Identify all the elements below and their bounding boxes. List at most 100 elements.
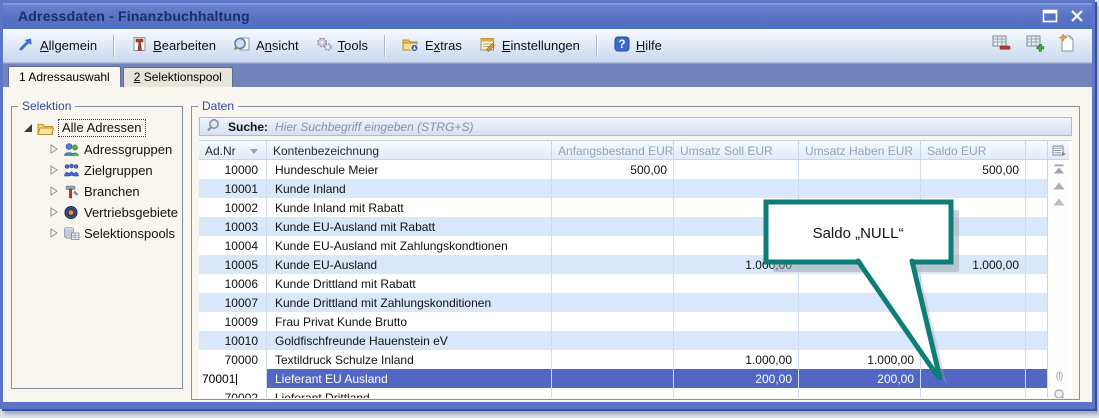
menu-extras[interactable]: Extras <box>401 35 462 56</box>
cell-saldo[interactable]: 1.000,00 <box>921 255 1026 274</box>
tree-item-adressgruppen[interactable]: Adressgruppen <box>12 141 182 157</box>
cell-adnr[interactable]: 70001 <box>199 369 267 388</box>
column-header-saldo[interactable]: Saldo EUR <box>921 141 1026 160</box>
table-row[interactable]: 10010 Goldfischfreunde Hauenstein eV <box>199 331 1047 350</box>
cell-saldo[interactable] <box>921 198 1026 217</box>
cell-anfangsbestand[interactable] <box>552 388 674 398</box>
collapsed-triangle-icon[interactable] <box>48 144 60 154</box>
cell-adnr[interactable]: 10005 <box>199 255 267 274</box>
tab-adressauswahl[interactable]: 1 Adressauswahl <box>8 66 121 87</box>
cell-anfangsbestand[interactable] <box>552 236 674 255</box>
table-row[interactable]: 10004 Kunde EU-Ausland mit Zahlungskondt… <box>199 236 1047 255</box>
cell-umsatz-haben[interactable] <box>799 331 921 350</box>
cell-kontenbezeichnung[interactable]: Frau Privat Kunde Brutto <box>267 312 552 331</box>
cell-kontenbezeichnung[interactable]: Lieferant Drittland <box>267 388 552 398</box>
cell-kontenbezeichnung[interactable]: Kunde Drittland mit Zahlungskonditionen <box>267 293 552 312</box>
cell-anfangsbestand[interactable] <box>552 179 674 198</box>
cell-saldo[interactable] <box>921 236 1026 255</box>
cell-adnr[interactable]: 70000 <box>199 350 267 369</box>
cell-adnr[interactable]: 70002 <box>199 388 267 398</box>
cell-umsatz-soll[interactable]: 200,00 <box>674 369 799 388</box>
column-header-umsatz-soll[interactable]: Umsatz Soll EUR <box>674 141 799 160</box>
table-row[interactable]: 10000 Hundeschule Meier 500,00 500,00 <box>199 160 1047 179</box>
table-row[interactable]: 10002 Kunde Inland mit Rabatt <box>199 198 1047 217</box>
cell-umsatz-soll[interactable]: 1.000,00 <box>674 350 799 369</box>
cell-anfangsbestand[interactable] <box>552 312 674 331</box>
cell-anfangsbestand[interactable] <box>552 293 674 312</box>
cell-umsatz-soll[interactable] <box>674 331 799 350</box>
cell-saldo[interactable] <box>921 388 1026 398</box>
cell-saldo[interactable] <box>921 331 1026 350</box>
cell-umsatz-haben[interactable] <box>799 312 921 331</box>
menu-hilfe[interactable]: ? Hilfe <box>613 35 662 56</box>
cell-umsatz-soll[interactable] <box>674 160 799 179</box>
tree-item-vertriebsgebiete[interactable]: Vertriebsgebiete <box>12 204 182 220</box>
table-row[interactable]: 70002 Lieferant Drittland <box>199 388 1047 398</box>
row-search-icon[interactable] <box>1048 388 1070 398</box>
collapsed-triangle-icon[interactable] <box>48 228 60 238</box>
column-header-kontenbezeichnung[interactable]: Kontenbezeichnung <box>267 141 552 160</box>
cell-umsatz-soll[interactable] <box>674 179 799 198</box>
cell-umsatz-soll[interactable] <box>674 312 799 331</box>
cell-anfangsbestand[interactable] <box>552 369 674 388</box>
cell-umsatz-haben[interactable] <box>799 255 921 274</box>
menu-einstellungen[interactable]: Einstellungen <box>478 35 580 56</box>
column-chooser-icon[interactable] <box>1048 141 1069 160</box>
table-row[interactable]: 10009 Frau Privat Kunde Brutto <box>199 312 1047 331</box>
cell-umsatz-soll[interactable] <box>674 274 799 293</box>
tree-item-branchen[interactable]: Branchen <box>12 183 182 199</box>
expanded-triangle-icon[interactable] <box>22 124 34 133</box>
new-document-icon[interactable] <box>1058 33 1076 58</box>
cell-umsatz-haben[interactable]: 1.000,00 <box>799 350 921 369</box>
cell-adnr[interactable]: 10009 <box>199 312 267 331</box>
column-header-adnr[interactable]: Ad.Nr <box>199 141 267 160</box>
cell-kontenbezeichnung[interactable]: Kunde Inland <box>267 179 552 198</box>
cell-umsatz-soll[interactable] <box>674 388 799 398</box>
cell-adnr[interactable]: 10006 <box>199 274 267 293</box>
collapsed-triangle-icon[interactable] <box>48 207 60 217</box>
scroll-page-up-icon[interactable] <box>1048 182 1070 190</box>
table-row[interactable]: 70000 Textildruck Schulze Inland 1.000,0… <box>199 350 1047 369</box>
cell-kontenbezeichnung[interactable]: Hundeschule Meier <box>267 160 552 179</box>
cell-saldo[interactable] <box>921 293 1026 312</box>
collapsed-triangle-icon[interactable] <box>48 186 60 196</box>
table-remove-icon[interactable] <box>990 33 1012 58</box>
cell-umsatz-haben[interactable] <box>799 217 921 236</box>
table-row[interactable]: 10001 Kunde Inland <box>199 179 1047 198</box>
column-header-umsatz-haben[interactable]: Umsatz Haben EUR <box>799 141 921 160</box>
cell-anfangsbestand[interactable] <box>552 198 674 217</box>
menu-ansicht[interactable]: Ansicht <box>232 35 299 56</box>
cell-anfangsbestand[interactable] <box>552 331 674 350</box>
cell-umsatz-haben[interactable] <box>799 388 921 398</box>
scroll-to-top-icon[interactable] <box>1048 164 1070 174</box>
cell-anfangsbestand[interactable] <box>552 217 674 236</box>
tree-item-zielgruppen[interactable]: Zielgruppen <box>12 162 182 178</box>
column-header-anfangsbestand[interactable]: Anfangsbestand EUR <box>552 141 674 160</box>
cell-umsatz-haben[interactable] <box>799 293 921 312</box>
cell-umsatz-haben[interactable] <box>799 160 921 179</box>
search-bar[interactable]: Suche: Hier Suchbegriff eingeben (STRG+S… <box>199 117 1072 136</box>
cell-saldo[interactable] <box>921 350 1026 369</box>
cell-umsatz-soll[interactable] <box>674 217 799 236</box>
cell-adnr[interactable]: 10010 <box>199 331 267 350</box>
cell-umsatz-haben[interactable] <box>799 236 921 255</box>
cell-saldo[interactable]: 500,00 <box>921 160 1026 179</box>
menu-tools[interactable]: Tools <box>315 35 368 56</box>
table-row[interactable]: 10007 Kunde Drittland mit Zahlungskondit… <box>199 293 1047 312</box>
menu-allgemein[interactable]: Allgemein <box>17 35 97 56</box>
cell-anfangsbestand[interactable]: 500,00 <box>552 160 674 179</box>
cell-anfangsbestand[interactable] <box>552 255 674 274</box>
cell-kontenbezeichnung[interactable]: Goldfischfreunde Hauenstein eV <box>267 331 552 350</box>
table-row[interactable]: 10003 Kunde EU-Ausland mit Rabatt <box>199 217 1047 236</box>
cell-umsatz-soll[interactable] <box>674 293 799 312</box>
cell-kontenbezeichnung[interactable]: Lieferant EU Ausland <box>267 369 552 388</box>
cell-adnr[interactable]: 10000 <box>199 160 267 179</box>
cell-umsatz-haben[interactable] <box>799 198 921 217</box>
tree-item-selektionspools[interactable]: Selektionspools <box>12 225 182 241</box>
cell-saldo[interactable] <box>921 217 1026 236</box>
table-add-icon[interactable] <box>1024 33 1046 58</box>
cell-adnr[interactable]: 10001 <box>199 179 267 198</box>
cell-saldo[interactable] <box>921 369 1026 388</box>
table-row[interactable]: 10005 Kunde EU-Ausland 1.000,00 1.000,00 <box>199 255 1047 274</box>
cell-adnr[interactable]: 10007 <box>199 293 267 312</box>
